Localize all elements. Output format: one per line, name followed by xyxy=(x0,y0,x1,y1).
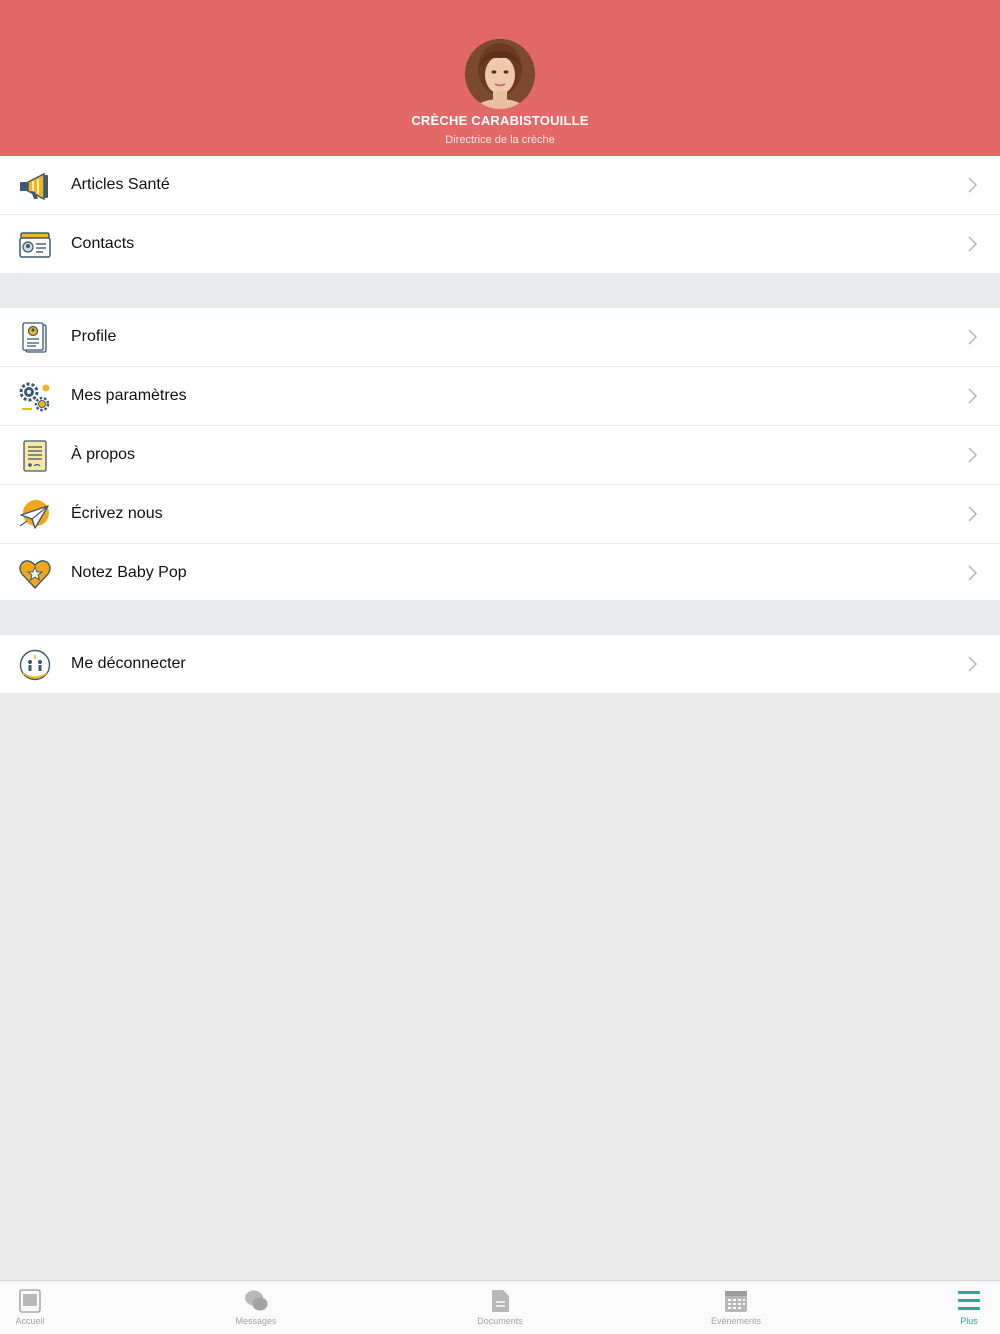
home-icon xyxy=(19,1289,41,1313)
menu-item-ecrivez-nous[interactable]: Écrivez nous xyxy=(0,484,1000,543)
menu-item-label: À propos xyxy=(71,446,136,463)
tab-plus[interactable]: Plus xyxy=(929,1281,1000,1334)
chevron-right-icon xyxy=(968,177,978,193)
menu-item-label: Profile xyxy=(71,328,117,345)
heart-star-icon xyxy=(19,560,51,590)
profile-document-icon xyxy=(22,322,47,353)
about-document-icon xyxy=(23,440,47,472)
section-separator xyxy=(0,273,1000,308)
menu-item-notez-baby-pop[interactable]: Notez Baby Pop xyxy=(0,543,1000,602)
menu-section-account: Profile Mes paramètres À propos Écrivez … xyxy=(0,308,1000,602)
menu-icon xyxy=(958,1291,980,1310)
chevron-right-icon xyxy=(968,565,978,581)
menu-item-label: Notez Baby Pop xyxy=(71,564,187,581)
menu-item-label: Articles Santé xyxy=(71,176,170,193)
organization-name: CRÈCHE CARABISTOUILLE xyxy=(411,113,589,128)
tab-label: Evénements xyxy=(710,1316,762,1326)
menu-item-label: Écrivez nous xyxy=(71,505,163,522)
chevron-right-icon xyxy=(968,656,978,672)
chevron-right-icon xyxy=(968,447,978,463)
tab-label: Documents xyxy=(477,1316,523,1326)
section-separator xyxy=(0,600,1000,635)
avatar[interactable] xyxy=(465,39,535,109)
chevron-right-icon xyxy=(968,329,978,345)
contact-card-icon xyxy=(19,232,51,258)
tab-messages[interactable]: Messages xyxy=(216,1281,296,1334)
menu-item-label: Mes paramètres xyxy=(71,387,187,404)
menu-item-mes-parametres[interactable]: Mes paramètres xyxy=(0,366,1000,425)
tab-evenements[interactable]: Evénements xyxy=(696,1281,776,1334)
megaphone-icon xyxy=(20,172,48,201)
chevron-right-icon xyxy=(968,236,978,252)
tab-label: Messages xyxy=(235,1316,277,1326)
tab-label: Accueil xyxy=(15,1316,45,1326)
menu-item-profile[interactable]: Profile xyxy=(0,308,1000,366)
calendar-icon xyxy=(725,1291,747,1312)
profile-header: CRÈCHE CARABISTOUILLE Directrice de la c… xyxy=(0,0,1000,156)
document-icon xyxy=(492,1290,509,1312)
menu-item-me-deconnecter[interactable]: Me déconnecter xyxy=(0,635,1000,693)
menu-item-articles-sante[interactable]: Articles Santé xyxy=(0,156,1000,214)
tab-bar: Accueil Messages Documents Evénements Pl… xyxy=(0,1280,1000,1334)
user-role: Directrice de la crèche xyxy=(445,134,555,146)
menu-item-contacts[interactable]: Contacts xyxy=(0,214,1000,273)
logout-icon xyxy=(19,649,51,681)
menu-item-label: Contacts xyxy=(71,235,135,252)
menu-item-a-propos[interactable]: À propos xyxy=(0,425,1000,484)
tab-accueil[interactable]: Accueil xyxy=(0,1281,70,1334)
menu-section-main: Articles Santé Contacts xyxy=(0,156,1000,273)
settings-gears-icon xyxy=(19,382,50,412)
menu-item-label: Me déconnecter xyxy=(71,655,186,672)
chevron-right-icon xyxy=(968,388,978,404)
tab-label: Plus xyxy=(960,1316,978,1326)
chat-bubbles-icon xyxy=(245,1290,268,1311)
chevron-right-icon xyxy=(968,506,978,522)
tab-documents[interactable]: Documents xyxy=(460,1281,540,1334)
paper-plane-icon xyxy=(19,500,49,529)
menu-section-logout: Me déconnecter xyxy=(0,635,1000,693)
